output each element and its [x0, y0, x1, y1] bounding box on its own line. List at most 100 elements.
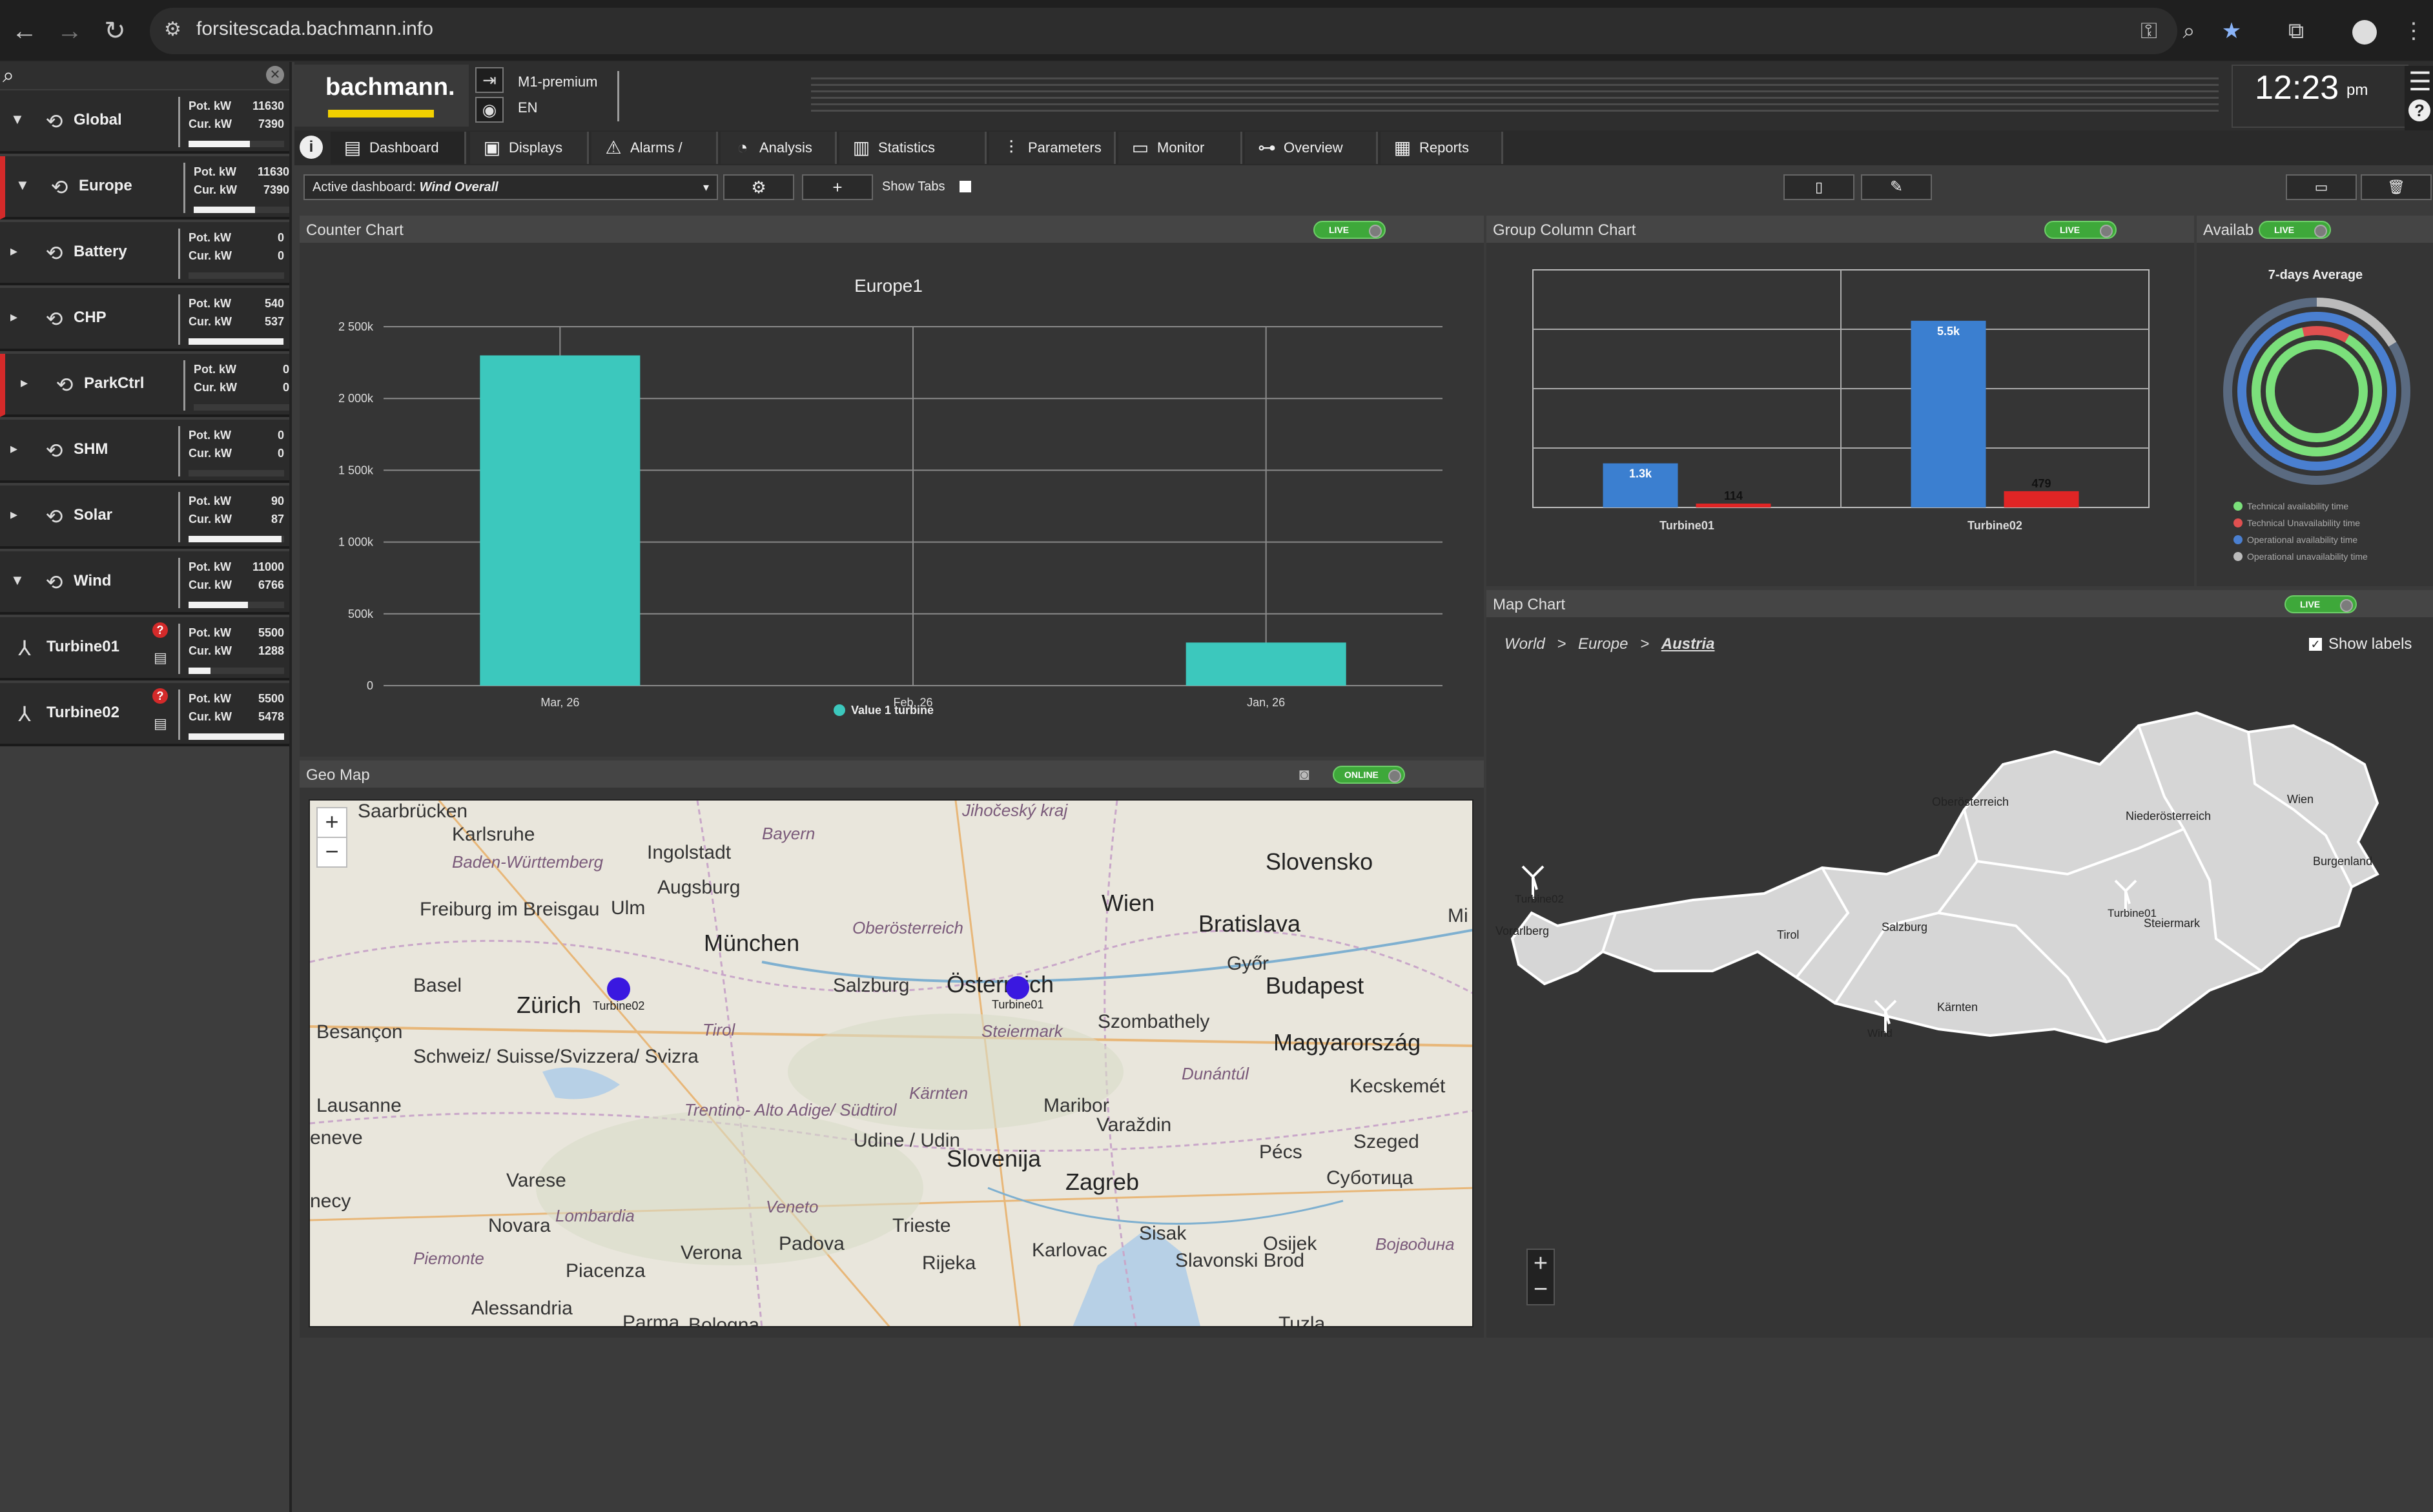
address-bar[interactable]: ⚙ forsitescada.bachmann.info — [150, 8, 2177, 54]
document-icon[interactable]: ▤ — [154, 649, 167, 666]
tree-node-europe[interactable]: ▼ ⟲ Europe Pot. kW 11630 Cur. kW 7390 — [0, 156, 289, 220]
expand-arrow-icon[interactable]: ▸ — [10, 440, 17, 457]
expand-arrow-icon[interactable]: ▸ — [21, 374, 28, 391]
alarm-icon[interactable]: ? — [152, 622, 168, 638]
clear-search-icon[interactable]: ✕ — [266, 66, 284, 84]
back-icon[interactable]: ← — [8, 14, 41, 48]
open-folder-button[interactable]: ▭ — [2286, 174, 2357, 200]
expand-arrow-icon[interactable]: ▼ — [15, 177, 30, 194]
info-icon[interactable]: i — [300, 136, 323, 159]
show-tabs-checkbox[interactable] — [960, 181, 971, 192]
tree-node-chp[interactable]: ▸ ⟲ CHP Pot. kW 540 Cur. kW 537 — [0, 288, 289, 351]
show-labels-checkbox[interactable]: ✓ — [2309, 638, 2322, 651]
map-place-label: Udine / Udin — [854, 1130, 961, 1151]
map-place-label: Novara — [488, 1215, 551, 1236]
tree-node-shm[interactable]: ▸ ⟲ SHM Pot. kW 0 Cur. kW 0 — [0, 420, 289, 483]
browser-menu-icon[interactable]: ⋮ — [2397, 14, 2430, 48]
turbine02-marker[interactable] — [607, 977, 630, 1001]
expand-arrow-icon[interactable]: ▼ — [10, 572, 25, 589]
counter-chart-title: Counter Chart — [306, 221, 404, 239]
breadcrumb-world[interactable]: World — [1504, 635, 1545, 653]
forward-icon[interactable]: → — [53, 14, 87, 48]
expand-arrow-icon[interactable]: ▸ — [10, 243, 17, 260]
key-icon[interactable]: ⚿ — [2132, 14, 2166, 48]
profile-avatar[interactable] — [2348, 14, 2381, 48]
tree-node-global[interactable]: ▼ ⟲ Global Pot. kW 11630 Cur. kW 7390 — [0, 90, 289, 154]
dashboard-settings-button[interactable]: ⚙ — [723, 174, 794, 200]
map-chart-panel: Map Chart LIVE World > Europe > Austria … — [1486, 590, 2433, 1338]
language-button[interactable]: ◉ — [475, 97, 504, 123]
zoom-icon[interactable]: ⌕ — [2172, 14, 2206, 48]
pot-kw-label: Pot. kW — [189, 99, 231, 112]
tree-node-parkctrl[interactable]: ▸ ⟲ ParkCtrl Pot. kW 0 Cur. kW 0 — [0, 354, 289, 417]
show-tabs-label: Show Tabs — [882, 179, 945, 194]
active-dashboard-select[interactable]: Active dashboard: Wind Overall ▾ — [303, 174, 718, 200]
tab-parameters[interactable]: ⫶ Parameters — [989, 132, 1116, 164]
power-bar-fill — [189, 141, 250, 147]
bookmark-star-icon[interactable]: ★ — [2215, 14, 2248, 48]
zoom-in-icon[interactable]: + — [1528, 1250, 1554, 1277]
expand-arrow-icon[interactable]: ▼ — [10, 111, 25, 128]
extensions-icon[interactable]: ⧉ — [2279, 14, 2313, 48]
tree-node-battery[interactable]: ▸ ⟲ Battery Pot. kW 0 Cur. kW 0 — [0, 222, 289, 285]
availability-donut-chart: 7-days Average Technical availability tim… — [2223, 268, 2410, 562]
edit-wrench-button[interactable]: ✎ — [1861, 174, 1932, 200]
map-chart-title: Map Chart — [1493, 596, 1566, 613]
tab-dashboard[interactable]: ▤ Dashboard — [331, 132, 466, 164]
delete-button[interactable]: 🗑 — [2361, 174, 2432, 200]
tree-node-divider — [178, 624, 180, 674]
plant-group-icon: ⟲ — [45, 505, 63, 528]
map-place-label: Varese — [506, 1170, 566, 1191]
map-place-label: Karlsruhe — [452, 824, 535, 845]
reload-icon[interactable]: ↻ — [98, 14, 132, 48]
tree-node-wind[interactable]: ▼ ⟲ Wind Pot. kW 11000 Cur. kW 6766 — [0, 551, 289, 615]
geo-online-toggle[interactable]: ONLINE — [1333, 766, 1405, 784]
geo-zoom-in-icon[interactable]: + — [316, 807, 347, 838]
tab-analysis[interactable]: ◔ Analysis — [721, 132, 837, 164]
tab-monitor[interactable]: ▭ Monitor — [1118, 132, 1242, 164]
logout-button[interactable]: ⇥ — [475, 67, 504, 93]
tree-node-solar[interactable]: ▸ ⟲ Solar Pot. kW 90 Cur. kW 87 — [0, 485, 289, 549]
group-live-toggle[interactable]: LIVE — [2044, 221, 2117, 239]
breadcrumb-europe[interactable]: Europe — [1578, 635, 1628, 653]
expand-arrow-icon[interactable]: ▸ — [10, 506, 17, 523]
counter-live-toggle[interactable]: LIVE — [1313, 221, 1386, 239]
new-document-button[interactable]: ▯ — [1783, 174, 1854, 200]
help-icon[interactable]: ? — [2408, 99, 2430, 121]
map-live-toggle[interactable]: LIVE — [2284, 595, 2357, 613]
right-menu-strip: ☰ ? — [2405, 66, 2433, 130]
zoom-out-icon[interactable]: − — [1528, 1277, 1554, 1304]
add-dashboard-button[interactable]: + — [802, 174, 873, 200]
legend-marker — [2233, 518, 2243, 527]
map-place-label: Freiburg im Breisgau — [420, 899, 600, 920]
pot-kw-label: Pot. kW — [189, 560, 231, 573]
tree-node-turbine02[interactable]: ⅄ Turbine02? ▤ Pot. kW 5500 Cur. kW 5478 — [0, 683, 289, 746]
tree-node-turbine01[interactable]: ⅄ Turbine01? ▤ Pot. kW 5500 Cur. kW 1288 — [0, 617, 289, 680]
austria-map: Oberösterreich Niederösterreich Wien Burgen… — [1495, 711, 2379, 1044]
map-place-label: Győr — [1227, 953, 1269, 974]
alarm-icon[interactable]: ? — [152, 688, 168, 704]
hamburger-menu-icon[interactable]: ☰ — [2408, 67, 2432, 97]
expand-arrow-icon[interactable]: ▸ — [10, 309, 17, 325]
plant-tree-sidebar: ⌕ ✕ ▼ ⟲ Global Pot. kW 11630 Cur. kW 7390 ▼ ⟲ Eur… — [0, 62, 292, 1512]
tab-statistics[interactable]: ▥ Statistics — [839, 132, 987, 164]
turbine-marker-label: Turbine01 — [2108, 907, 2157, 919]
search-icon[interactable]: ⌕ — [3, 63, 14, 88]
geo-map[interactable]: Saarbrücken Karlsruhe Bayern Jihočeský kraj… — [309, 799, 1473, 1327]
sidebar-search-bar[interactable]: ⌕ ✕ — [0, 62, 289, 89]
tab-reports[interactable]: ▦ Reports — [1381, 132, 1503, 164]
breadcrumb-austria[interactable]: Austria — [1661, 635, 1715, 653]
availability-live-toggle[interactable]: LIVE — [2259, 221, 2331, 239]
tab-displays[interactable]: ▣ Displays — [470, 132, 589, 164]
camera-icon[interactable]: ◙ — [1299, 764, 1309, 784]
tab-overview[interactable]: ⊶ Overview — [1245, 132, 1378, 164]
cur-kw-value: 0 — [282, 381, 289, 394]
plant-group-icon: ⟲ — [45, 439, 63, 462]
turbine01-marker[interactable] — [1006, 976, 1029, 999]
tab-alarms-logs[interactable]: ⚠Alarms / Logs — [591, 132, 718, 188]
austria-outline[interactable] — [1510, 711, 2379, 1044]
bar — [480, 355, 641, 686]
document-icon[interactable]: ▤ — [154, 715, 167, 732]
geo-zoom-out-icon[interactable]: − — [316, 837, 347, 868]
site-info-icon[interactable]: ⚙ — [164, 18, 181, 41]
